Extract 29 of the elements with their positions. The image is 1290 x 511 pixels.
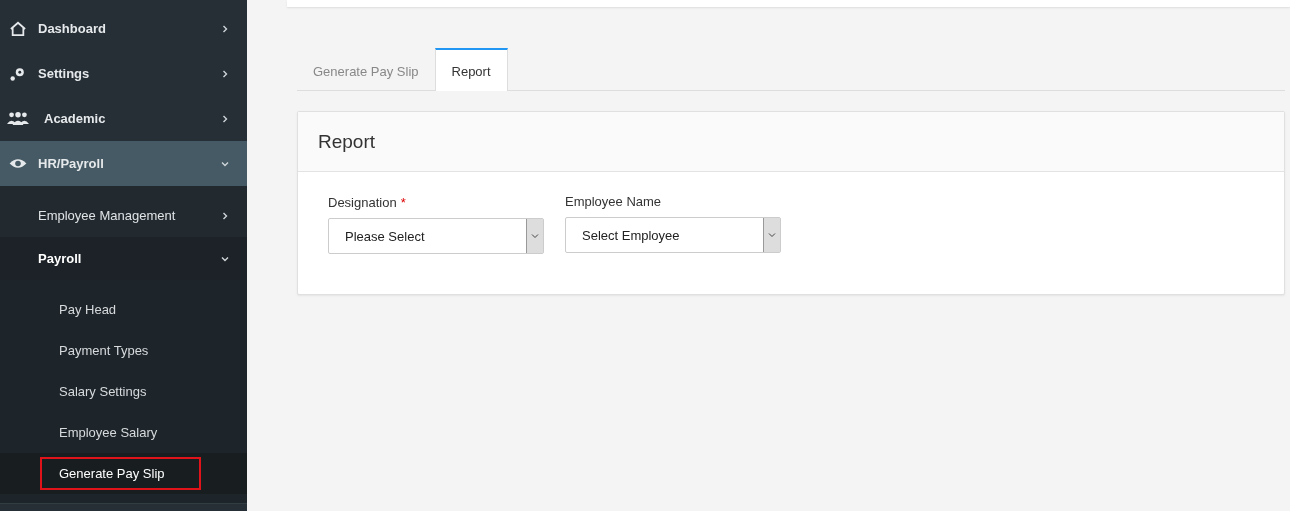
sidebar-link[interactable]: Payment Types: [40, 334, 185, 367]
tab[interactable]: Report: [434, 48, 508, 91]
field-label: Employee Name: [565, 194, 662, 209]
sidebar-link[interactable]: Pay Head: [40, 293, 153, 326]
sidebar-item[interactable]: Dashboard: [0, 6, 247, 51]
eye-icon: [7, 157, 29, 170]
sidebar-item[interactable]: Employee Management: [0, 194, 247, 237]
select-field[interactable]: Please Select: [328, 218, 544, 254]
users-icon: [7, 111, 29, 126]
home-icon: [7, 20, 29, 37]
sidebar-link[interactable]: Employee Salary: [40, 416, 194, 449]
field-label: Designation: [328, 195, 397, 210]
chevron-down-icon: [221, 159, 229, 168]
sidebar-link[interactable]: Salary Settings: [40, 375, 183, 408]
chevron-down-icon: [221, 254, 229, 263]
chevron-right-icon: [221, 211, 229, 220]
chevron-down-icon: [531, 232, 539, 240]
sidebar-item[interactable]: Settings: [0, 51, 247, 96]
sidebar-item[interactable]: Academic: [0, 96, 247, 141]
sidebar-link[interactable]: Generate Pay Slip: [40, 457, 201, 490]
sidebar-item[interactable]: HR/Payroll: [0, 141, 247, 186]
chevron-right-icon: [221, 24, 229, 33]
chevron-right-icon: [221, 69, 229, 78]
required-mark: *: [400, 195, 406, 210]
chevron-right-icon: [221, 114, 229, 123]
chevron-down-icon: [768, 231, 776, 239]
sidebar-item[interactable]: Payroll: [0, 237, 247, 280]
panel-title: Report: [318, 130, 376, 153]
select-field[interactable]: Select Employee: [565, 217, 781, 253]
